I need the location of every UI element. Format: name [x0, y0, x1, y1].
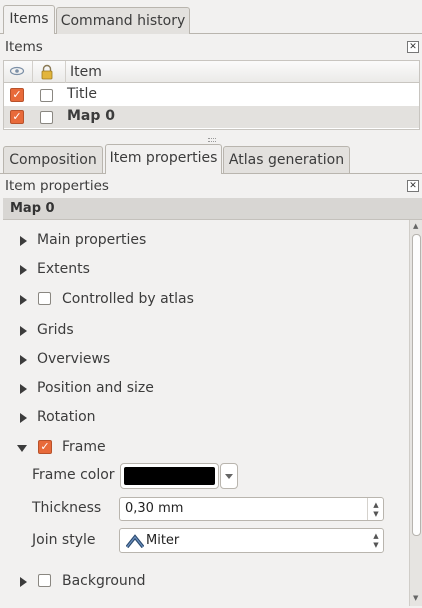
join-style-select[interactable]: Miter ▲ ▼ [119, 528, 384, 553]
join-style-label: Join style [32, 532, 96, 548]
eye-icon [9, 64, 25, 78]
color-swatch [124, 467, 215, 485]
group-label: Frame [62, 439, 106, 455]
frame-color-dropdown[interactable] [220, 463, 238, 489]
properties-scrollbar[interactable]: ▲ ▼ [409, 220, 422, 606]
tab-command-history[interactable]: Command history [56, 7, 190, 34]
expand-arrow-icon[interactable] [20, 577, 27, 587]
items-table-header: Item [4, 61, 419, 83]
chevron-down-icon [225, 474, 233, 479]
controlled-by-atlas-checkbox[interactable] [38, 292, 51, 305]
scroll-down-icon[interactable]: ▼ [413, 594, 418, 602]
scrollbar-thumb[interactable] [412, 234, 421, 536]
frame-checkbox[interactable]: ✓ [38, 440, 52, 454]
chevron-down-icon: ▼ [373, 541, 379, 549]
visibility-checkbox[interactable]: ✓ [10, 110, 24, 124]
items-panel-title: Items [5, 39, 43, 55]
expand-arrow-icon[interactable] [20, 295, 27, 305]
expand-arrow-icon[interactable] [20, 326, 27, 336]
thickness-label: Thickness [32, 500, 102, 516]
lock-checkbox[interactable] [40, 89, 53, 102]
splitter-handle[interactable] [208, 138, 216, 142]
join-style-value: Miter [146, 533, 180, 548]
spin-down-icon[interactable]: ▼ [369, 510, 383, 518]
expand-arrow-icon[interactable] [20, 265, 27, 275]
table-row[interactable]: ✓ Title [4, 84, 419, 106]
tab-atlas-generation[interactable]: Atlas generation [223, 146, 350, 173]
expand-arrow-icon[interactable] [20, 355, 27, 365]
top-tab-bar: Items Command history [0, 0, 422, 34]
spin-up-icon[interactable]: ▲ [369, 501, 383, 509]
group-label: Extents [37, 261, 90, 277]
group-label: Position and size [37, 380, 154, 396]
item-name: Map 0 [67, 108, 116, 124]
chevron-up-icon: ▲ [373, 532, 379, 540]
thickness-value: 0,30 mm [125, 501, 184, 516]
scroll-up-icon[interactable]: ▲ [413, 222, 418, 230]
column-header-item: Item [70, 64, 102, 80]
tab-composition[interactable]: Composition [3, 146, 103, 173]
frame-color-label: Frame color [32, 467, 115, 483]
background-checkbox[interactable] [38, 574, 51, 587]
thickness-spinbox[interactable]: 0,30 mm ▲ ▼ [119, 497, 384, 521]
lock-checkbox[interactable] [40, 111, 53, 124]
group-label: Overviews [37, 351, 111, 367]
collapse-arrow-icon[interactable] [17, 445, 27, 452]
properties-panel-title: Item properties [5, 178, 109, 194]
frame-color-button[interactable] [120, 463, 219, 489]
expand-arrow-icon[interactable] [20, 413, 27, 423]
lock-icon [40, 64, 54, 80]
tab-item-properties[interactable]: Item properties [105, 144, 222, 174]
group-label: Grids [37, 322, 74, 338]
table-row[interactable]: ✓ Map 0 [4, 106, 419, 128]
group-label: Rotation [37, 409, 96, 425]
item-name: Title [67, 86, 98, 102]
close-icon[interactable]: ✕ [407, 180, 419, 192]
group-label: Background [62, 573, 146, 589]
expand-arrow-icon[interactable] [20, 384, 27, 394]
visibility-checkbox[interactable]: ✓ [10, 88, 24, 102]
expand-arrow-icon[interactable] [20, 236, 27, 246]
tab-items[interactable]: Items [3, 5, 55, 34]
item-name-header: Map 0 [3, 198, 422, 220]
group-label: Main properties [37, 232, 147, 248]
close-icon[interactable]: ✕ [407, 41, 419, 53]
items-table: Item ✓ Title ✓ Map 0 [3, 60, 420, 130]
group-label: Controlled by atlas [62, 291, 194, 307]
miter-join-icon [125, 534, 145, 549]
